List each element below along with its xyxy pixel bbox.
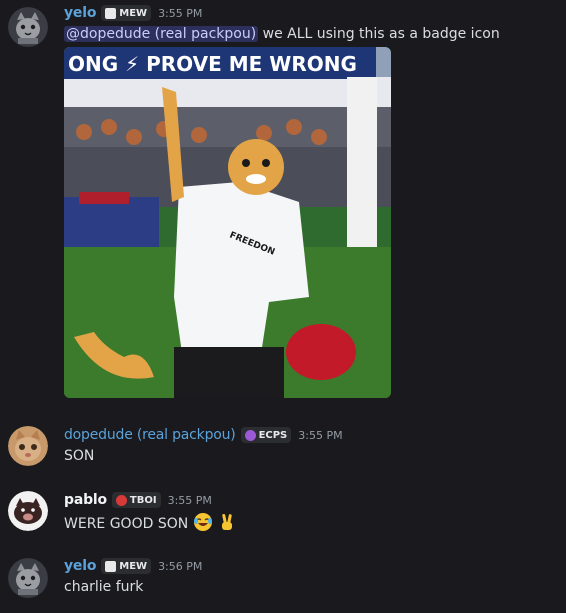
message-header: pablo TBOI 3:55 PM (64, 491, 212, 509)
timestamp: 3:55 PM (167, 493, 212, 507)
avatar[interactable] (8, 491, 48, 531)
guild-tag-label: MEW (119, 7, 148, 19)
timestamp: 3:55 PM (298, 428, 343, 442)
message-header: dopedude (real packpou) ECPS 3:55 PM (64, 426, 343, 444)
timestamp: 3:56 PM (158, 559, 203, 573)
username[interactable]: dopedude (real packpou) (64, 427, 236, 443)
message-text: WERE GOOD SON (64, 516, 189, 532)
banner-text: ONG ⚡ PROVE ME WRONG (68, 52, 357, 76)
cat-avatar-icon (8, 558, 48, 598)
message-text: SON (64, 448, 95, 464)
message-header: yelo MEW 3:55 PM (64, 4, 202, 22)
chat-message-list: yelo MEW 3:55 PM @dopedude (real packpou… (0, 0, 566, 613)
avatar[interactable] (8, 7, 48, 47)
avatar[interactable] (8, 558, 48, 598)
message-yelo-1: yelo MEW 3:55 PM @dopedude (real packpou… (0, 0, 566, 400)
attachment-image[interactable]: ONG ⚡ PROVE ME WRONG FREEDON (64, 47, 391, 398)
message-yelo-2: yelo MEW 3:56 PM charlie furk (0, 552, 566, 612)
user-mention[interactable]: @dopedude (real packpou) (64, 26, 259, 42)
message-dopedude: dopedude (real packpou) ECPS 3:55 PM SON (0, 420, 566, 480)
guild-tag[interactable]: MEW (101, 5, 152, 21)
message-content: @dopedude (real packpou) we ALL using th… (64, 26, 500, 42)
tboi-tag-icon (115, 494, 127, 506)
message-header: yelo MEW 3:56 PM (64, 557, 202, 575)
guild-tag-label: TBOI (129, 494, 157, 506)
laughing-emoji-icon[interactable] (193, 512, 213, 536)
mew-tag-icon (105, 560, 117, 572)
username[interactable]: yelo (64, 5, 96, 21)
pig-avatar-icon (8, 491, 48, 531)
mew-tag-icon (105, 7, 117, 19)
username[interactable]: pablo (64, 492, 107, 508)
cat-avatar-icon (8, 7, 48, 47)
message-pablo: pablo TBOI 3:55 PM WERE GOOD SON (0, 486, 566, 546)
timestamp: 3:55 PM (158, 6, 203, 20)
guild-tag-label: ECPS (258, 429, 288, 441)
message-text: we ALL using this as a badge icon (258, 26, 500, 42)
guild-tag[interactable]: TBOI (111, 492, 161, 508)
guild-tag[interactable]: MEW (101, 558, 152, 574)
message-text: charlie furk (64, 579, 144, 595)
guild-tag-label: MEW (119, 560, 148, 572)
cat-avatar-icon (8, 426, 48, 466)
image-illustration: ONG ⚡ PROVE ME WRONG FREEDON (64, 47, 391, 398)
ecps-tag-icon (244, 429, 256, 441)
username[interactable]: yelo (64, 558, 96, 574)
avatar[interactable] (8, 426, 48, 466)
message-content: WERE GOOD SON (64, 512, 237, 536)
guild-tag[interactable]: ECPS (240, 427, 292, 443)
victory-hand-emoji-icon[interactable] (217, 512, 237, 536)
